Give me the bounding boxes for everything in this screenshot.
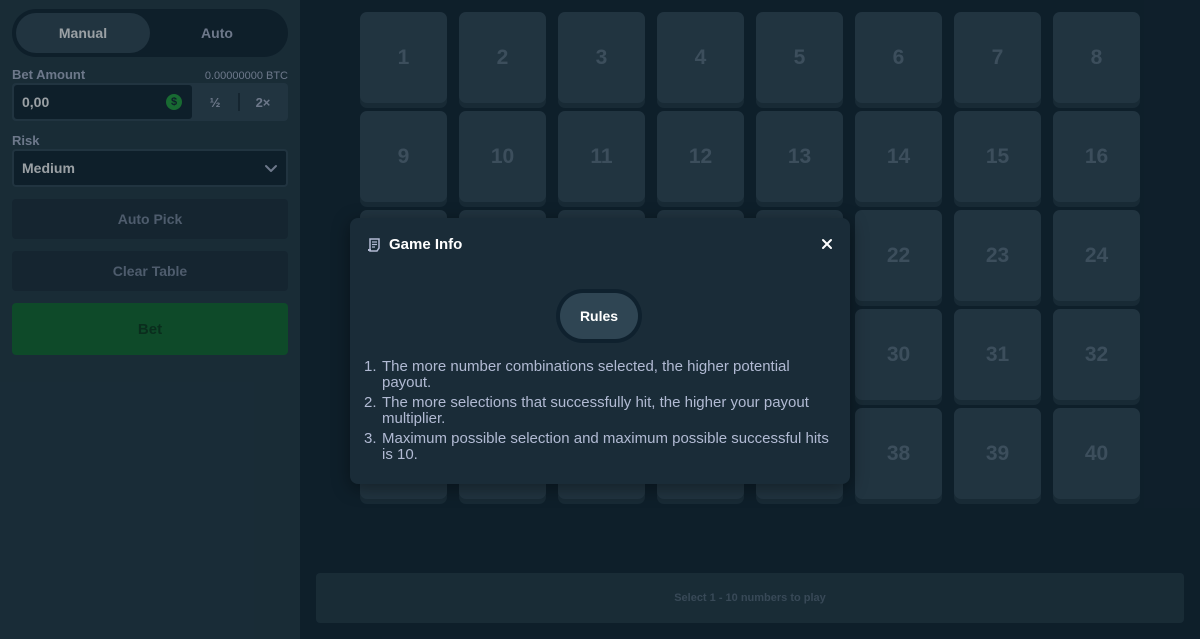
close-icon[interactable] xyxy=(820,237,834,251)
rule-number: 1. xyxy=(364,358,377,375)
rule-text: The more selections that successfully hi… xyxy=(382,394,809,427)
info-icon xyxy=(368,237,380,252)
keno-game: Manual Auto Bet Amount 0.00000000 BTC $ … xyxy=(0,0,1200,639)
rules-tab-group: Rules xyxy=(556,289,642,343)
rules-list: 1. The more number combinations selected… xyxy=(364,359,836,467)
rule-number: 3. xyxy=(364,430,377,447)
rule-text: Maximum possible selection and maximum p… xyxy=(382,430,829,463)
rule-item: 2. The more selections that successfully… xyxy=(364,395,836,427)
game-info-modal: Game Info Rules 1. The more number combi… xyxy=(350,218,850,484)
rule-text: The more number combinations selected, t… xyxy=(382,358,790,391)
modal-header: Game Info xyxy=(367,236,462,253)
rule-item: 1. The more number combinations selected… xyxy=(364,359,836,391)
sidebar-dim-overlay xyxy=(0,0,300,639)
rule-item: 3. Maximum possible selection and maximu… xyxy=(364,431,836,463)
rule-number: 2. xyxy=(364,394,377,411)
rules-tab[interactable]: Rules xyxy=(560,293,638,339)
modal-title: Game Info xyxy=(389,236,463,253)
